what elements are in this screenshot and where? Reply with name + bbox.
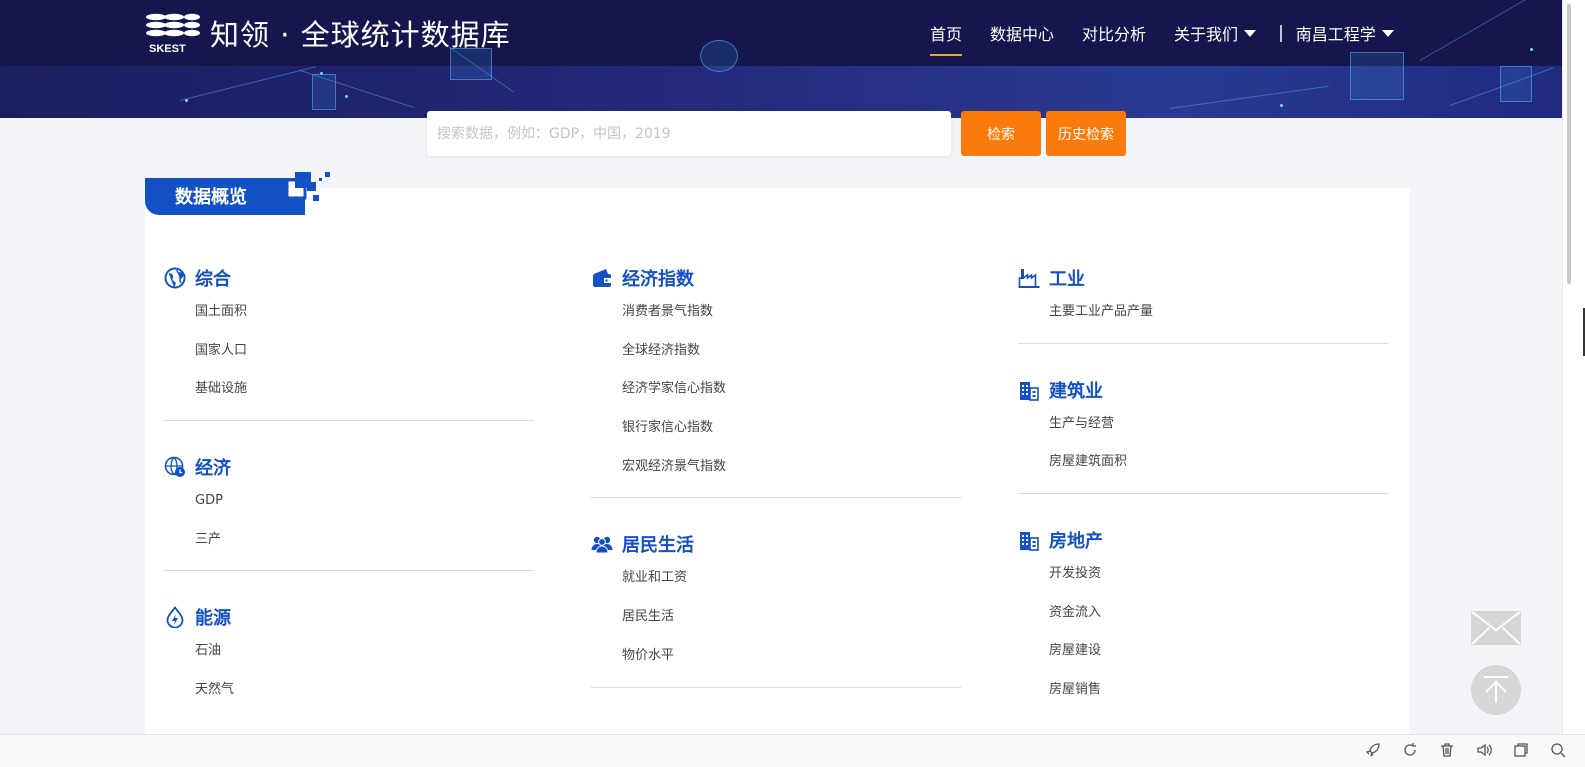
caret-down-icon — [1244, 30, 1257, 37]
nav-about-us[interactable]: 关于我们 — [1174, 0, 1257, 66]
category-title: 房地产 — [1049, 531, 1103, 553]
category-title: 建筑业 — [1049, 380, 1103, 402]
category-link[interactable]: 经济学家信心指数 — [622, 379, 961, 418]
main-nav: 首页 数据中心 对比分析 关于我们 | 南昌工程学 — [930, 0, 1394, 66]
category-industry: 工业 主要工业产品产量 — [1018, 262, 1388, 344]
category-title: 能源 — [195, 608, 231, 630]
category-link[interactable]: 居民生活 — [622, 607, 961, 646]
factory-icon — [1018, 267, 1040, 289]
back-to-top-button[interactable] — [1471, 665, 1521, 715]
caret-down-icon — [1381, 30, 1394, 37]
speaker-icon[interactable] — [1473, 739, 1495, 761]
category-energy: 能源 石油 天然气 — [164, 601, 534, 718]
category-link[interactable]: 开发投资 — [1049, 564, 1388, 603]
site-logo[interactable]: SKEST 知领 · 全球统计数据库 — [144, 12, 511, 54]
search-button[interactable]: 检索 — [961, 111, 1041, 156]
category-header[interactable]: 经济指数 — [591, 262, 961, 294]
category-link[interactable]: 国家人口 — [195, 341, 534, 380]
building-icon — [1018, 379, 1040, 401]
category-title: 综合 — [195, 269, 231, 290]
nav-data-center[interactable]: 数据中心 — [990, 0, 1054, 66]
trash-icon[interactable] — [1436, 739, 1458, 761]
category-link[interactable]: 银行家信心指数 — [622, 418, 961, 457]
category-title: 工业 — [1049, 269, 1085, 290]
squares-decoration-icon — [285, 172, 330, 201]
category-link[interactable]: 房屋销售 — [1049, 680, 1388, 719]
nav-compare-analysis[interactable]: 对比分析 — [1082, 0, 1146, 66]
category-link[interactable]: 生产与经营 — [1049, 414, 1388, 453]
refresh-icon[interactable] — [1399, 739, 1421, 761]
category-header[interactable]: 居民生活 — [591, 528, 961, 560]
category-link[interactable]: 消费者景气指数 — [622, 302, 961, 341]
category-link[interactable]: 全球经济指数 — [622, 341, 961, 380]
category-divider — [591, 686, 961, 688]
category-link[interactable]: 三产 — [195, 530, 534, 569]
category-title: 经济指数 — [622, 269, 694, 290]
history-search-button[interactable]: 历史检索 — [1046, 111, 1126, 156]
nav-institution[interactable]: 南昌工程学 — [1296, 0, 1394, 66]
logo-text: SKEST — [149, 43, 186, 54]
category-title: 居民生活 — [622, 535, 694, 557]
category-header[interactable]: 能源 — [164, 601, 534, 633]
page-scrollbar[interactable] — [1562, 0, 1585, 734]
category-link[interactable]: 宏观经济景气指数 — [622, 457, 961, 496]
nav-separator: | — [1278, 23, 1284, 43]
globe-icon — [164, 267, 186, 289]
category-header[interactable]: 综合 — [164, 262, 534, 294]
people-icon — [591, 533, 613, 555]
category-resident-life: 居民生活 就业和工资 居民生活 物价水平 — [591, 528, 961, 688]
category-link[interactable]: 国土面积 — [195, 302, 534, 341]
category-header[interactable]: 经济 — [164, 451, 534, 483]
energy-icon — [164, 606, 186, 629]
mail-icon[interactable] — [1471, 611, 1521, 645]
category-construction: 建筑业 生产与经营 房屋建筑面积 — [1018, 374, 1388, 495]
category-general: 综合 国土面积 国家人口 基础设施 — [164, 262, 534, 422]
overview-column-2: 经济指数 消费者景气指数 全球经济指数 经济学家信心指数 银行家信心指数 宏观经… — [591, 262, 961, 718]
site-header: SKEST 知领 · 全球统计数据库 首页 数据中心 对比分析 关于我们 | 南… — [0, 0, 1562, 118]
rocket-icon[interactable] — [1362, 739, 1384, 761]
wallet-icon — [591, 267, 613, 289]
category-link[interactable]: 就业和工资 — [622, 568, 961, 607]
category-link[interactable]: 资金流入 — [1049, 603, 1388, 642]
overview-column-3: 工业 主要工业产品产量 建筑业 生产与经营 房屋建筑面积 房地产 开发投资 资金… — [1018, 262, 1388, 719]
category-link[interactable]: 主要工业产品产量 — [1049, 302, 1388, 341]
category-link[interactable]: 天然气 — [195, 680, 534, 719]
nav-institution-label: 南昌工程学 — [1295, 25, 1376, 44]
arrow-up-icon — [1484, 676, 1508, 703]
real-estate-icon — [1018, 529, 1040, 551]
category-link[interactable]: 石油 — [195, 641, 534, 680]
nav-home[interactable]: 首页 — [930, 0, 963, 66]
overview-tab: 数据概览 — [145, 178, 305, 215]
category-economy: 经济 GDP 三产 — [164, 451, 534, 572]
category-divider — [164, 570, 534, 572]
category-divider — [1018, 342, 1388, 344]
category-divider — [164, 420, 534, 422]
category-economic-index: 经济指数 消费者景气指数 全球经济指数 经济学家信心指数 银行家信心指数 宏观经… — [591, 262, 961, 499]
site-title: 知领 · 全球统计数据库 — [210, 18, 511, 52]
category-link[interactable]: 物价水平 — [622, 646, 961, 685]
category-link[interactable]: GDP — [195, 491, 534, 530]
category-header[interactable]: 房地产 — [1018, 524, 1388, 556]
browser-status-bar — [0, 734, 1585, 767]
category-header[interactable]: 工业 — [1018, 262, 1388, 294]
category-real-estate: 房地产 开发投资 资金流入 房屋建设 房屋销售 — [1018, 524, 1388, 719]
window-icon[interactable] — [1510, 739, 1532, 761]
logo-mark-icon: SKEST — [144, 12, 200, 54]
category-title: 经济 — [195, 458, 231, 480]
search-icon[interactable] — [1547, 739, 1569, 761]
category-link[interactable]: 房屋建设 — [1049, 641, 1388, 680]
nav-about-us-label: 关于我们 — [1174, 25, 1239, 44]
category-header[interactable]: 建筑业 — [1018, 374, 1388, 406]
category-link[interactable]: 基础设施 — [195, 379, 534, 418]
globe-clock-icon — [164, 456, 186, 478]
scrollbar-thumb[interactable] — [1567, 4, 1571, 284]
category-link[interactable]: 房屋建筑面积 — [1049, 452, 1388, 491]
category-divider — [1018, 493, 1388, 495]
search-input[interactable] — [427, 111, 951, 156]
category-divider — [591, 497, 961, 499]
overview-column-1: 综合 国土面积 国家人口 基础设施 经济 GDP 三产 能源 石油 天然气 — [164, 262, 534, 719]
